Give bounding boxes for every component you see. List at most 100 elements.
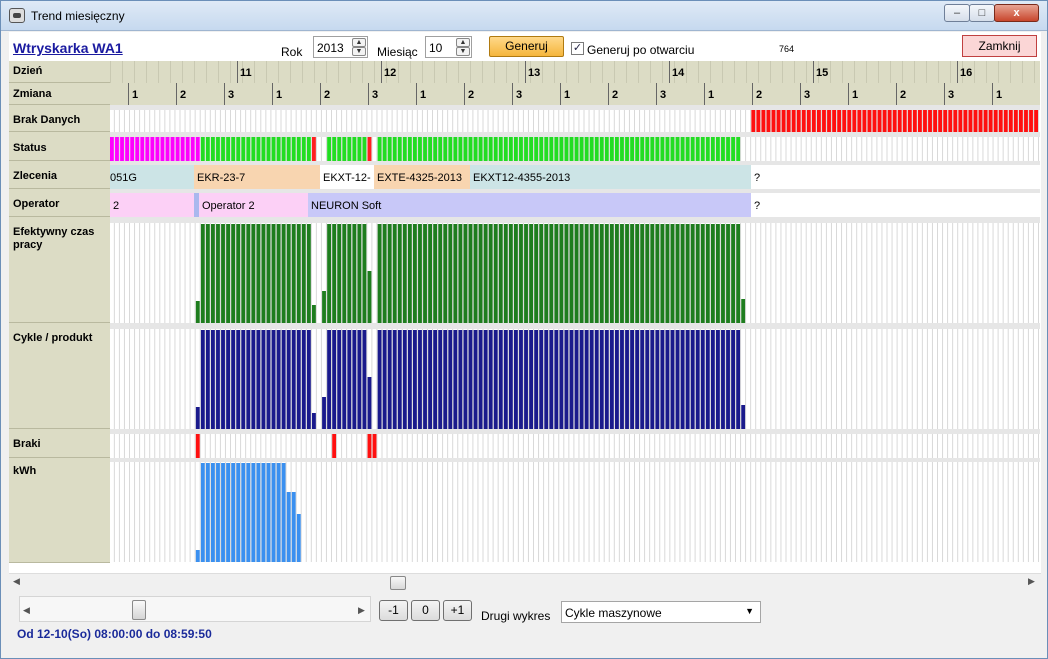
column-line [189,110,191,132]
month-up-icon[interactable]: ▲ [456,38,470,47]
column-line [805,223,807,323]
status-bar-green [387,137,392,161]
column-line [426,110,428,132]
chart-scrollbar[interactable]: ◀ ▶ [9,573,1041,590]
column-line [603,329,605,429]
column-line [482,462,484,562]
status-bar-green [327,137,331,161]
effective-bar [402,224,407,323]
column-line [644,329,646,429]
chart-scroll-thumb[interactable] [390,576,406,590]
window-close-button[interactable]: x [994,4,1039,22]
cycles-bar [645,330,650,429]
column-line [331,329,332,429]
second-chart-select[interactable]: Cykle maszynowe ▼ [561,601,761,623]
column-line [891,329,893,429]
column-line [649,329,651,429]
column-line [745,329,747,429]
effective-bar [665,224,670,323]
column-line [856,329,858,429]
column-line [825,223,827,323]
scroll-right-icon[interactable]: ▶ [1028,576,1035,587]
year-down-icon[interactable]: ▼ [352,47,366,56]
column-line [992,434,994,458]
next-button[interactable]: +1 [443,600,472,621]
column-line [401,462,403,562]
column-line [366,434,368,458]
column-line [255,329,257,429]
cycles-bar [620,330,624,429]
status-bar-green [266,137,271,161]
column-line [472,110,474,132]
column-line [709,462,711,562]
effective-bar [433,224,438,323]
cycles-bar [418,330,422,429]
status-bar-green [655,137,660,161]
column-line [886,223,888,323]
column-line [876,434,878,458]
generate-on-open-checkbox[interactable]: ✓ [571,42,584,55]
no-data-bar [1013,110,1018,132]
generate-button[interactable]: Generuj [489,36,564,57]
column-line [154,137,156,161]
cycles-bar [599,330,604,429]
effective-bar [261,224,266,323]
no-data-bar [842,110,847,132]
column-line [538,110,540,132]
scroll-left-icon[interactable]: ◀ [13,576,20,587]
column-line [366,110,368,132]
column-line [189,329,191,429]
column-line [139,223,141,323]
cycles-bar [635,330,640,429]
column-line [937,462,938,562]
column-line [189,434,191,458]
column-line [371,110,373,132]
column-line [760,329,762,429]
month-spinner[interactable]: 10 ▲ ▼ [425,36,472,58]
effective-bar [640,224,645,323]
day-label: 13 [528,67,540,79]
time-slider[interactable]: ◀ ▶ [19,596,371,622]
column-line [421,329,423,429]
machine-title[interactable]: Wtryskarka WA1 [13,40,123,56]
cycles-bar [483,330,488,429]
column-line [305,137,307,161]
status-bar-green [670,137,675,161]
column-line [846,329,848,429]
no-data-bar [1029,110,1033,132]
column-line [381,462,383,562]
year-spinner[interactable]: 2013 ▲ ▼ [313,36,368,58]
column-line [689,137,691,161]
column-line [871,223,873,323]
column-line [795,110,797,132]
column-line [548,223,550,323]
column-line [169,110,171,132]
prev-button[interactable]: -1 [379,600,408,621]
year-up-icon[interactable]: ▲ [352,38,366,47]
maximize-button[interactable]: □ [969,4,995,22]
column-line [159,137,161,161]
chevron-down-icon[interactable]: ▼ [745,606,754,616]
zero-button[interactable]: 0 [411,600,440,621]
close-button[interactable]: Zamknij [962,35,1037,57]
status-bar-green [508,137,513,161]
status-bar-green [231,137,236,161]
column-line [1017,110,1019,132]
column-line [613,223,615,323]
column-line [664,110,666,132]
column-line [118,110,120,132]
cycles-bar [473,330,478,429]
column-line [886,329,888,429]
column-line [669,329,671,429]
time-slider-thumb[interactable] [132,600,146,620]
cycles-bar [650,330,655,429]
cycles-bar [382,330,387,429]
column-line [1022,110,1024,132]
column-line [118,137,120,161]
minimize-button[interactable]: – [944,4,970,22]
effective-bar [382,224,387,323]
slider-right-icon[interactable]: ▶ [358,605,365,616]
month-down-icon[interactable]: ▼ [456,47,470,56]
no-data-bar [943,110,948,132]
slider-left-icon[interactable]: ◀ [23,605,30,616]
